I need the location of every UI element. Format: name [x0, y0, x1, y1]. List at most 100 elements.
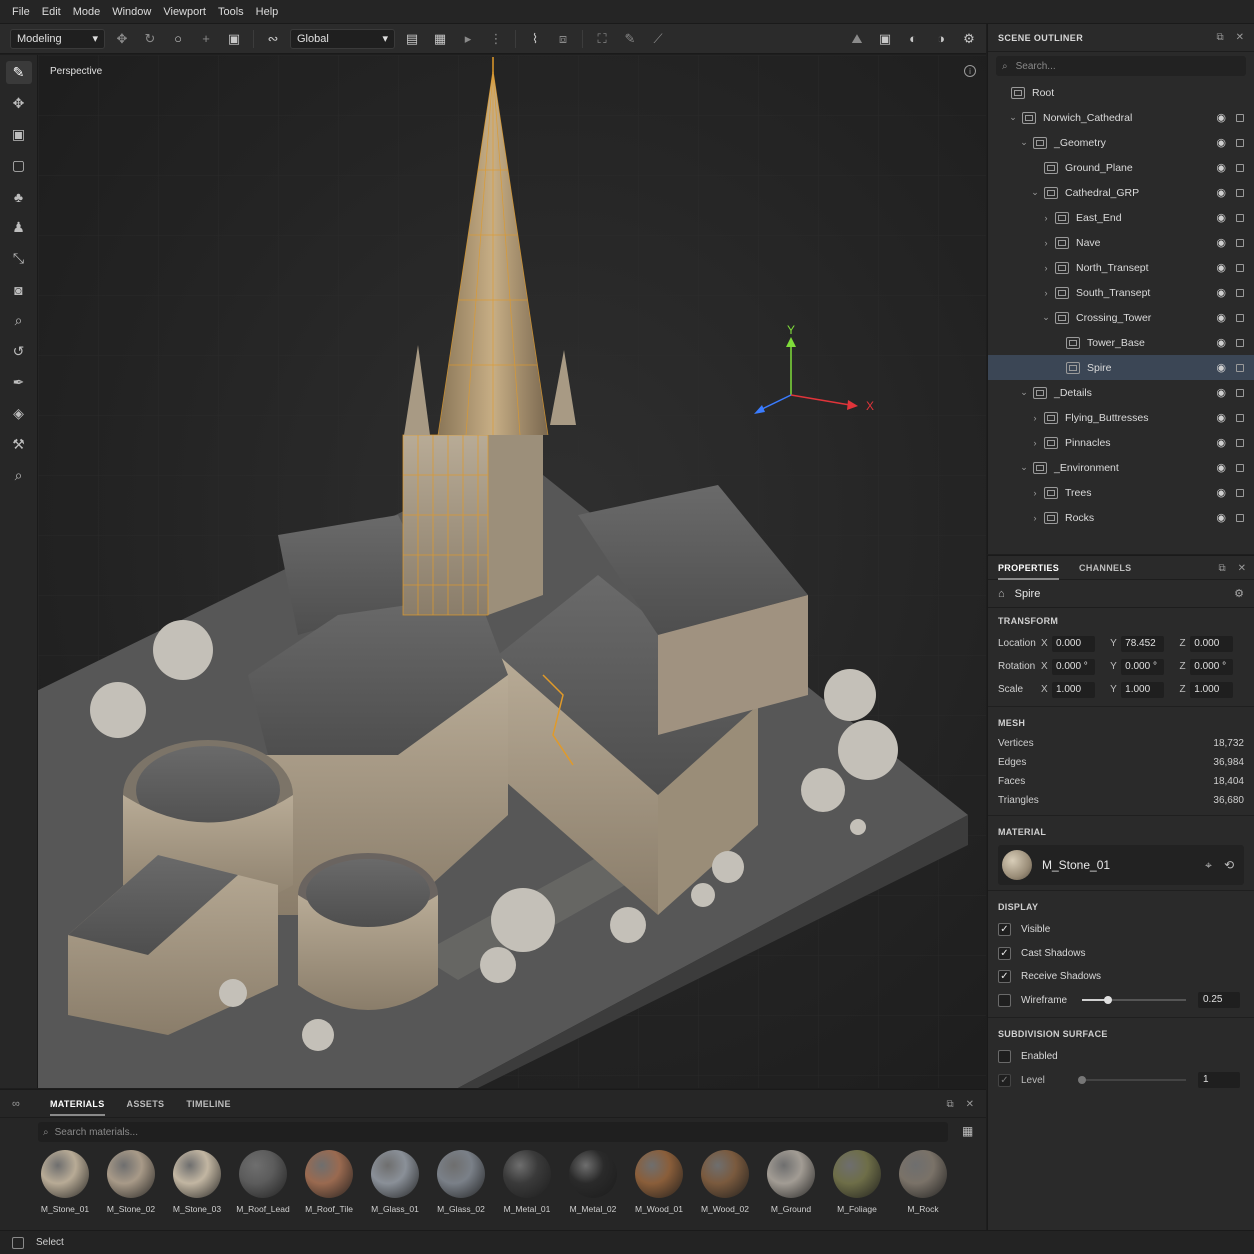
- chevron-down-icon[interactable]: ⌄: [1018, 387, 1030, 398]
- viewport[interactable]: Y X Perspective i: [38, 55, 986, 1088]
- outliner-item[interactable]: › Nave ◉: [988, 230, 1254, 255]
- chevron-down-icon[interactable]: ⌄: [1040, 312, 1052, 323]
- outliner-item[interactable]: › Trees ◉: [988, 480, 1254, 505]
- wireframe-value[interactable]: 0.25: [1198, 992, 1240, 1009]
- transform-field-z[interactable]: 0.000: [1190, 635, 1233, 652]
- lock-icon[interactable]: [1236, 163, 1244, 172]
- lock-icon[interactable]: [1236, 313, 1244, 322]
- lock-icon[interactable]: [1236, 463, 1244, 472]
- eye-icon[interactable]: ◉: [1216, 311, 1226, 324]
- material-swatch[interactable]: M_Roof_Tile: [302, 1150, 356, 1214]
- eyedropper-icon[interactable]: ⌕: [6, 309, 32, 332]
- menu-edit[interactable]: Edit: [36, 0, 67, 24]
- subdiv-level-slider[interactable]: [1078, 1076, 1186, 1085]
- material-swatch[interactable]: M_Rock: [896, 1150, 950, 1214]
- eye-icon[interactable]: ◉: [1216, 411, 1226, 424]
- popout-icon[interactable]: ⧉: [1218, 563, 1225, 574]
- eye-icon[interactable]: ◉: [1216, 511, 1226, 524]
- move-icon[interactable]: ✥: [111, 28, 133, 50]
- outliner-search[interactable]: ⌕ Search...: [996, 56, 1246, 76]
- swap-icon[interactable]: ⟲: [1224, 858, 1234, 873]
- lock-icon[interactable]: [1236, 188, 1244, 197]
- settings-icon[interactable]: ⚙: [1234, 587, 1244, 600]
- menu-tools[interactable]: Tools: [212, 0, 250, 24]
- material-swatch[interactable]: M_Ground: [764, 1150, 818, 1214]
- chevron-down-icon[interactable]: ⌄: [1029, 187, 1041, 198]
- eye-icon[interactable]: ◉: [1216, 236, 1226, 249]
- render-icon[interactable]: ⛰: [846, 28, 868, 50]
- orbit-icon[interactable]: ↺: [6, 340, 32, 363]
- subdiv-level-value[interactable]: 1: [1198, 1072, 1240, 1089]
- outliner-item[interactable]: › Rocks ◉: [988, 505, 1254, 530]
- wireframe-slider-knob[interactable]: [1104, 996, 1112, 1005]
- material-swatch[interactable]: M_Glass_02: [434, 1150, 488, 1214]
- measure-icon[interactable]: ⟋: [647, 28, 669, 50]
- eye-icon[interactable]: ◉: [1216, 386, 1226, 399]
- transform-field-z[interactable]: 0.000 °: [1190, 658, 1233, 675]
- select-box-icon[interactable]: ▢: [6, 154, 32, 177]
- chevron-down-icon[interactable]: ⌄: [1018, 462, 1030, 473]
- tab-timeline[interactable]: TIMELINE: [186, 1092, 230, 1116]
- snap-tool-icon[interactable]: ◈: [6, 402, 32, 425]
- transform-field-z[interactable]: 1.000: [1190, 681, 1233, 698]
- material-swatch[interactable]: M_Metal_02: [566, 1150, 620, 1214]
- material-swatch[interactable]: M_Metal_01: [500, 1150, 554, 1214]
- material-swatch[interactable]: M_Wood_02: [698, 1150, 752, 1214]
- sculpt-icon[interactable]: ♣: [6, 185, 32, 208]
- material-swatch[interactable]: M_Stone_02: [104, 1150, 158, 1214]
- eye-icon[interactable]: ◉: [1216, 436, 1226, 449]
- transform-field-y[interactable]: 78.452: [1121, 635, 1164, 652]
- menu-window[interactable]: Window: [106, 0, 157, 24]
- close-icon[interactable]: ✕: [1238, 563, 1246, 574]
- lock-icon[interactable]: [1236, 488, 1244, 497]
- lock-icon[interactable]: [1236, 213, 1244, 222]
- menu-viewport[interactable]: Viewport: [157, 0, 212, 24]
- snap-icon[interactable]: ▸: [457, 28, 479, 50]
- material-slot[interactable]: M_Stone_01 ⌖ ⟲: [998, 845, 1244, 885]
- lock-icon[interactable]: [1236, 113, 1244, 122]
- transform-space-icon[interactable]: ∾: [262, 28, 284, 50]
- curve-icon[interactable]: ⌇: [524, 28, 546, 50]
- transform-field-y[interactable]: 1.000: [1121, 681, 1164, 698]
- transform-field-x[interactable]: 0.000 °: [1052, 658, 1095, 675]
- lock-icon[interactable]: [1236, 363, 1244, 372]
- menu-mode[interactable]: Mode: [67, 0, 107, 24]
- lock-icon[interactable]: [1236, 238, 1244, 247]
- chevron-down-icon[interactable]: ⌄: [1018, 137, 1030, 148]
- shading-icon[interactable]: ◐: [902, 28, 924, 50]
- outliner-item[interactable]: › South_Transept ◉: [988, 280, 1254, 305]
- move-tool-icon[interactable]: ✥: [6, 92, 32, 115]
- tab-materials[interactable]: MATERIALS: [50, 1092, 105, 1116]
- material-swatch[interactable]: M_Roof_Lead: [236, 1150, 290, 1214]
- lock-icon[interactable]: [1236, 338, 1244, 347]
- eye-icon[interactable]: ◉: [1216, 261, 1226, 274]
- chevron-right-icon[interactable]: ›: [1040, 238, 1052, 248]
- lock-icon[interactable]: [1236, 388, 1244, 397]
- lock-icon[interactable]: [1236, 438, 1244, 447]
- camera-tool-icon[interactable]: ◙: [6, 278, 32, 301]
- outliner-item[interactable]: Root: [988, 80, 1254, 105]
- outliner-item[interactable]: ⌄ _Details ◉: [988, 380, 1254, 405]
- chevron-right-icon[interactable]: ›: [1029, 413, 1041, 423]
- popout-icon[interactable]: ⧉: [1216, 32, 1223, 43]
- transform-field-x[interactable]: 0.000: [1052, 635, 1095, 652]
- subdiv-level-checkbox[interactable]: ✓: [998, 1073, 1011, 1087]
- materials-search[interactable]: ⌕ Search materials...: [38, 1122, 948, 1142]
- mirror-icon[interactable]: ⧈: [552, 28, 574, 50]
- material-preview-icon[interactable]: ◑: [930, 28, 952, 50]
- paint-icon[interactable]: ✒: [6, 371, 32, 394]
- transform-field-y[interactable]: 0.000 °: [1121, 658, 1164, 675]
- lock-icon[interactable]: [1236, 513, 1244, 522]
- receive-shadows-checkbox[interactable]: ✓: [998, 970, 1011, 984]
- snap-grid-icon[interactable]: ⋮: [485, 28, 507, 50]
- eye-icon[interactable]: ◉: [1216, 336, 1226, 349]
- plus-icon[interactable]: +: [195, 28, 217, 50]
- chevron-right-icon[interactable]: ›: [1029, 488, 1041, 498]
- tab-channels[interactable]: CHANNELS: [1079, 556, 1131, 580]
- outliner-item[interactable]: ⌄ Norwich_Cathedral ◉: [988, 105, 1254, 130]
- stamp-icon[interactable]: ♟: [6, 216, 32, 239]
- menu-help[interactable]: Help: [250, 0, 285, 24]
- lock-icon[interactable]: [1236, 413, 1244, 422]
- outliner-item[interactable]: › Flying_Buttresses ◉: [988, 405, 1254, 430]
- eye-icon[interactable]: ◉: [1216, 286, 1226, 299]
